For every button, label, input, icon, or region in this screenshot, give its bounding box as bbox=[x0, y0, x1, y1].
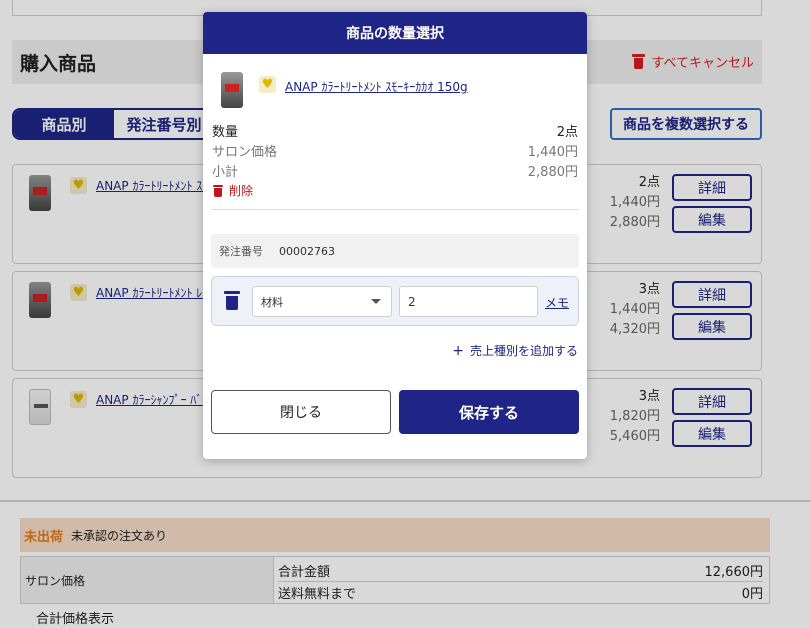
memo-link[interactable]: メモ bbox=[545, 294, 569, 311]
product-image bbox=[221, 72, 243, 108]
subtotal-row: 小計 2,880円 bbox=[212, 160, 578, 180]
save-button[interactable]: 保存する bbox=[399, 390, 579, 434]
modal-title: 商品の数量選択 bbox=[203, 12, 587, 54]
sales-type-select[interactable]: 材料 bbox=[252, 286, 392, 317]
sales-type-entry: 材料 メモ bbox=[211, 276, 579, 326]
salon-price-label: サロン価格 bbox=[212, 144, 278, 160]
delete-label: 削除 bbox=[229, 184, 254, 198]
quantity-select-modal: 商品の数量選択 ♥ ANAP ｶﾗｰﾄﾘｰﾄﾒﾝﾄ ｽﾓｰｷｰｶｶｵ 150g … bbox=[203, 12, 587, 459]
sales-type-selected: 材料 bbox=[261, 295, 283, 309]
salon-price-value: 1,440円 bbox=[527, 144, 578, 160]
quantity-input[interactable] bbox=[399, 286, 538, 317]
order-number-value: 00002763 bbox=[279, 244, 335, 258]
add-sales-type-button[interactable]: + 売上種別を追加する bbox=[452, 342, 578, 359]
remove-entry-button[interactable] bbox=[224, 291, 246, 314]
trash-icon bbox=[213, 184, 223, 197]
subtotal-value: 2,880円 bbox=[527, 164, 578, 180]
order-number-box: 発注番号 00002763 bbox=[211, 234, 579, 268]
close-button[interactable]: 閉じる bbox=[211, 390, 391, 434]
order-number-label: 発注番号 bbox=[219, 245, 263, 258]
delete-button[interactable]: 削除 bbox=[213, 182, 253, 199]
chevron-down-icon bbox=[371, 299, 381, 304]
salon-price-row: サロン価格 1,440円 bbox=[212, 140, 578, 160]
trash-icon bbox=[224, 291, 240, 310]
subtotal-label: 小計 bbox=[212, 164, 239, 180]
favorite-heart-icon[interactable]: ♥ bbox=[259, 76, 276, 93]
quantity-value: 2点 bbox=[556, 124, 578, 140]
product-name-link[interactable]: ANAP ｶﾗｰﾄﾘｰﾄﾒﾝﾄ ｽﾓｰｷｰｶｶｵ 150g bbox=[285, 78, 468, 95]
plus-icon: + bbox=[452, 342, 464, 359]
divider bbox=[211, 209, 579, 210]
quantity-row: 数量 2点 bbox=[212, 120, 578, 140]
add-sales-type-label: 売上種別を追加する bbox=[469, 344, 578, 358]
quantity-label: 数量 bbox=[212, 124, 239, 140]
product-figures: 数量 2点 サロン価格 1,440円 小計 2,880円 bbox=[212, 120, 578, 180]
